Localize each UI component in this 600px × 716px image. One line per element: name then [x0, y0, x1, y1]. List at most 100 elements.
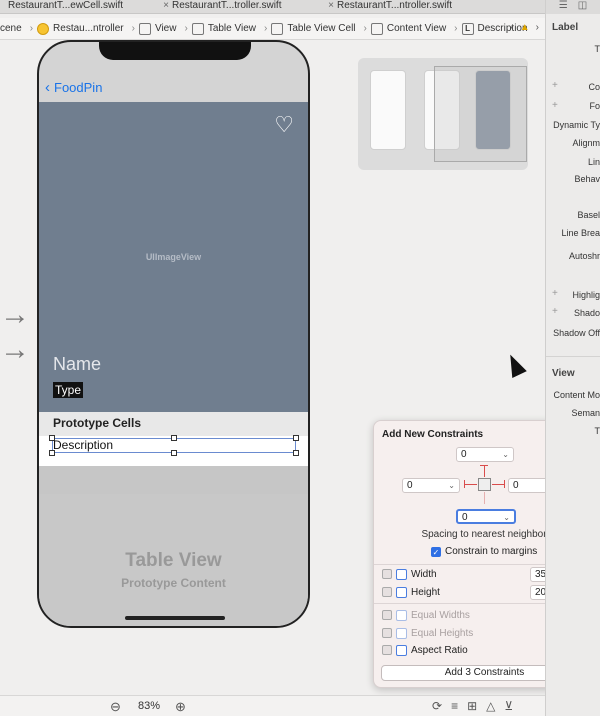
tab-label: RestaurantT...ewCell.swift: [8, 0, 124, 11]
resize-handle[interactable]: [171, 450, 177, 456]
inspector-row-highlighted: Highlig: [572, 290, 600, 300]
inspector-row-color: Co: [588, 82, 600, 92]
inspector-row-semantic: Seman: [571, 408, 600, 418]
description-label[interactable]: Description: [53, 438, 113, 452]
breadcrumb-table-view-cell[interactable]: Table View Cell: [271, 22, 356, 35]
chevron-down-icon: ⌄: [448, 481, 455, 490]
inspector-row-content-mode: Content Mo: [553, 390, 600, 400]
breadcrumb-content-view[interactable]: Content View: [370, 22, 447, 35]
bottom-value: 0: [462, 512, 468, 523]
type-label[interactable]: Type: [53, 382, 84, 398]
inspector-row-autoshrink: Autoshr: [568, 251, 600, 261]
left-constraint-field[interactable]: 0 ⌄: [402, 478, 460, 493]
resize-handle[interactable]: [293, 435, 299, 441]
warning-icon[interactable]: ▲: [520, 22, 530, 33]
inspector-row-line-break: Line Brea: [561, 228, 600, 238]
tab-restaurant-cell[interactable]: RestaurantT...ewCell.swift: [0, 0, 160, 13]
device-notch: [99, 42, 251, 60]
table-view-icon: [191, 22, 204, 35]
resolve-issues-icon[interactable]: △: [486, 699, 495, 713]
description-cell[interactable]: Description: [39, 435, 308, 466]
table-view[interactable]: Table View Prototype Content: [39, 494, 308, 626]
top-constraint-field[interactable]: 0 ⌄: [456, 447, 514, 462]
table-view-title: Table View: [125, 550, 222, 571]
split-panel-icon[interactable]: ◫: [578, 0, 587, 14]
tab-restaurant-detail-controller[interactable]: × RestaurantT...ntroller.swift: [325, 0, 490, 13]
height-checkbox[interactable]: [382, 587, 392, 597]
divider: [546, 356, 600, 357]
view-icon: [138, 22, 151, 35]
chevron-left-icon[interactable]: ‹: [510, 22, 513, 33]
jump-bar: cene › Restau...ntroller › View › Table …: [0, 18, 545, 40]
update-frames-icon[interactable]: ⟳: [432, 699, 442, 713]
height-label: Height: [411, 587, 440, 598]
constraint-pin-box: [478, 478, 491, 491]
tab-restaurant-controller[interactable]: × RestaurantT...troller.swift: [160, 0, 325, 13]
segue-arrow-icon: →: [0, 333, 30, 366]
inspector-row-text: T: [594, 44, 600, 54]
width-icon: [396, 569, 407, 580]
breadcrumb-table-view[interactable]: Table View: [191, 22, 256, 35]
aspect-ratio-icon: [396, 645, 407, 656]
breadcrumb-scene[interactable]: cene: [0, 23, 22, 34]
resize-handle[interactable]: [293, 450, 299, 456]
table-cell-icon: [271, 22, 284, 35]
inspector-toolbar: ☰ ◫: [546, 0, 600, 14]
tab-label: RestaurantT...ntroller.swift: [337, 0, 453, 11]
breadcrumb-controller[interactable]: Restau...ntroller: [37, 22, 124, 35]
back-button-label[interactable]: FoodPin: [54, 80, 102, 95]
zoom-out-icon[interactable]: ⊖: [110, 699, 121, 715]
zoom-level[interactable]: 83%: [138, 700, 160, 712]
inspector-row-behavior: Behav: [574, 174, 600, 184]
top-value: 0: [461, 449, 467, 460]
top-pin-cap: [480, 465, 488, 466]
left-pin-icon[interactable]: [464, 484, 477, 485]
chevron-right-icon: ›: [264, 23, 268, 34]
add-constraints-icon[interactable]: ⊞: [467, 699, 477, 713]
aspect-ratio-checkbox[interactable]: [382, 645, 392, 655]
inspector-row-lines: Lin: [587, 157, 600, 167]
resize-handle[interactable]: [171, 435, 177, 441]
height-icon: [396, 587, 407, 598]
right-pin-cap: [504, 480, 505, 488]
width-label: Width: [411, 569, 437, 580]
breadcrumb-label: Content View: [386, 23, 447, 34]
close-icon[interactable]: ×: [325, 0, 337, 12]
iphone-scene[interactable]: ‹ FoodPin UIImageView ♡ Name Type Protot…: [37, 40, 310, 628]
embed-in-icon[interactable]: ⊻: [504, 699, 513, 713]
name-label[interactable]: Name: [53, 354, 101, 375]
storyboard-minimap[interactable]: [358, 58, 528, 170]
zoom-in-icon[interactable]: ⊕: [175, 699, 186, 715]
align-icon[interactable]: ≡: [451, 699, 458, 713]
bottom-constraint-field[interactable]: 0 ⌄: [456, 509, 516, 524]
breadcrumb-view[interactable]: View: [138, 22, 176, 35]
heart-icon[interactable]: ♡: [274, 112, 294, 138]
header-image-view[interactable]: UIImageView ♡ Name Type: [39, 102, 308, 412]
minimap-scene: [370, 70, 406, 150]
top-pin-icon[interactable]: [484, 465, 485, 477]
canvas-bottom-bar: ⊖ 83% ⊕ ⟳ ≡ ⊞ △ ⊻: [0, 695, 545, 716]
breadcrumb-label: Table View: [207, 23, 256, 34]
constrain-margins-checkbox[interactable]: ✓: [431, 547, 441, 557]
breadcrumb-label: Table View Cell: [287, 23, 356, 34]
prototype-cells-header: Prototype Cells: [39, 412, 308, 436]
bottom-pin-icon[interactable]: [484, 492, 485, 504]
inspector-row-dynamic-type: Dynamic Ty: [553, 120, 600, 130]
document-icon[interactable]: ☰: [559, 0, 568, 14]
table-view-subtitle: Prototype Content: [121, 576, 226, 590]
breadcrumb-label: Restau...ntroller: [53, 23, 124, 34]
inspector-row-font: Fo: [589, 101, 600, 111]
editor-tab-bar: RestaurantT...ewCell.swift × RestaurantT.…: [0, 0, 545, 14]
chevron-right-icon: ›: [454, 23, 458, 34]
view-section-header: View: [552, 368, 575, 379]
layout-tools: ⟳ ≡ ⊞ △ ⊻: [432, 699, 513, 713]
chevron-right-icon[interactable]: ›: [536, 22, 539, 33]
left-value: 0: [407, 480, 413, 491]
equal-heights-icon: [396, 628, 407, 639]
width-checkbox[interactable]: [382, 569, 392, 579]
back-chevron-icon[interactable]: ‹: [45, 79, 50, 96]
minimap-viewport[interactable]: [434, 66, 527, 162]
chevron-down-icon: ⌄: [503, 513, 510, 522]
label-section-header: Label: [552, 22, 579, 33]
close-icon[interactable]: ×: [160, 0, 172, 12]
